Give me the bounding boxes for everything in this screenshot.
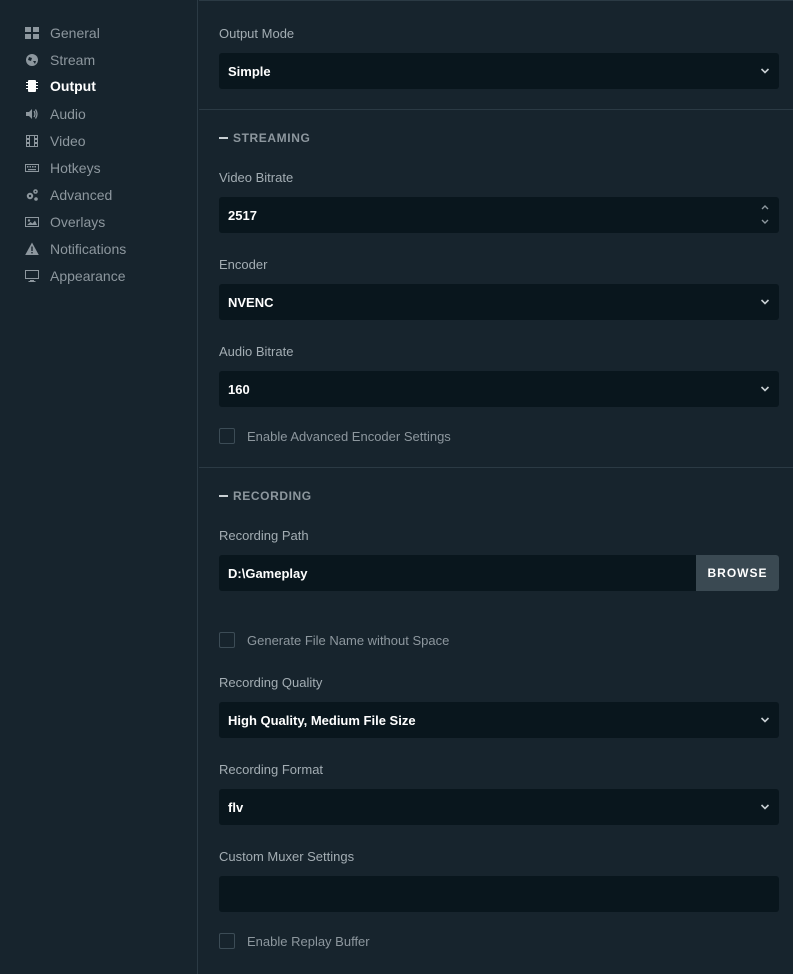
chevron-down-icon [759, 801, 771, 813]
warning-icon [24, 241, 40, 257]
sidebar-item-audio[interactable]: Audio [24, 104, 86, 124]
sidebar-item-label: Stream [50, 52, 96, 68]
sidebar-item-output[interactable]: Output [24, 76, 96, 96]
advanced-encoder-label: Enable Advanced Encoder Settings [247, 428, 451, 444]
recording-quality-label: Recording Quality [219, 675, 323, 690]
custom-muxer-input[interactable] [219, 876, 779, 912]
recording-format-select[interactable]: flv [219, 789, 779, 825]
sidebar-item-label: Video [50, 133, 86, 149]
keyboard-icon [24, 160, 40, 176]
encoder-value: NVENC [228, 294, 274, 310]
output-mode-select[interactable]: Simple [219, 53, 779, 89]
collapse-icon [219, 495, 228, 497]
chevron-down-icon [759, 296, 771, 308]
no-space-checkbox[interactable] [219, 632, 235, 648]
settings-window: General Stream Output Audio Video Hotkey… [0, 0, 793, 974]
collapse-icon [219, 137, 228, 139]
advanced-encoder-checkbox[interactable] [219, 428, 235, 444]
recording-quality-value: High Quality, Medium File Size [228, 712, 416, 728]
streaming-header-label: STREAMING [233, 131, 311, 145]
replay-buffer-checkbox-row[interactable]: Enable Replay Buffer [219, 933, 370, 949]
globe-icon [24, 52, 40, 68]
sidebar-item-hotkeys[interactable]: Hotkeys [24, 158, 101, 178]
streaming-section-header[interactable]: STREAMING [219, 131, 310, 145]
sidebar-item-label: Notifications [50, 241, 127, 257]
custom-muxer-label: Custom Muxer Settings [219, 849, 355, 864]
section-divider [199, 109, 793, 110]
sidebar-item-advanced[interactable]: Advanced [24, 185, 112, 205]
sidebar-item-label: Audio [50, 106, 86, 122]
recording-path-input[interactable]: D:\Gameplay BROWSE [219, 555, 779, 591]
settings-sidebar: General Stream Output Audio Video Hotkey… [0, 0, 198, 974]
output-settings-panel: Output Mode Simple STREAMING Video Bitra… [199, 0, 793, 974]
chevron-down-icon [759, 65, 771, 77]
sidebar-item-video[interactable]: Video [24, 131, 86, 151]
audio-bitrate-value: 160 [228, 381, 250, 397]
video-bitrate-input[interactable]: 2517 [219, 197, 779, 233]
sidebar-item-label: Appearance [50, 268, 126, 284]
replay-buffer-checkbox[interactable] [219, 933, 235, 949]
audio-bitrate-select[interactable]: 160 [219, 371, 779, 407]
sidebar-item-notifications[interactable]: Notifications [24, 239, 126, 259]
film-icon [24, 133, 40, 149]
recording-quality-select[interactable]: High Quality, Medium File Size [219, 702, 779, 738]
gears-icon [24, 187, 40, 203]
advanced-encoder-checkbox-row[interactable]: Enable Advanced Encoder Settings [219, 428, 451, 444]
monitor-icon [24, 268, 40, 284]
recording-path-value: D:\Gameplay [228, 565, 308, 581]
sidebar-item-label: General [50, 25, 100, 41]
sidebar-item-appearance[interactable]: Appearance [24, 266, 126, 286]
chip-icon [24, 78, 40, 94]
encoder-select[interactable]: NVENC [219, 284, 779, 320]
sidebar-item-label: Overlays [50, 214, 106, 230]
sidebar-item-label: Output [50, 78, 96, 94]
output-mode-value: Simple [228, 63, 271, 79]
speaker-icon [24, 106, 40, 122]
chevron-down-icon [759, 383, 771, 395]
sidebar-item-label: Advanced [50, 187, 113, 203]
section-divider [199, 467, 793, 468]
encoder-label: Encoder [219, 257, 268, 272]
grid-icon [24, 25, 40, 41]
recording-section-header[interactable]: RECORDING [219, 489, 312, 503]
sidebar-item-overlays[interactable]: Overlays [24, 212, 105, 232]
recording-header-label: RECORDING [233, 489, 312, 503]
output-mode-label: Output Mode [219, 26, 295, 41]
chevron-down-icon [759, 714, 771, 726]
recording-format-label: Recording Format [219, 762, 324, 777]
sidebar-item-label: Hotkeys [50, 160, 101, 176]
image-icon [24, 214, 40, 230]
sidebar-item-general[interactable]: General [24, 23, 100, 43]
recording-path-label: Recording Path [219, 528, 309, 543]
browse-button[interactable]: BROWSE [696, 555, 779, 591]
video-bitrate-label: Video Bitrate [219, 170, 294, 185]
stepper-arrows-icon[interactable] [759, 203, 771, 227]
replay-buffer-label: Enable Replay Buffer [247, 933, 370, 949]
no-space-label: Generate File Name without Space [247, 632, 450, 648]
audio-bitrate-label: Audio Bitrate [219, 344, 294, 359]
video-bitrate-value: 2517 [228, 207, 257, 223]
sidebar-item-stream[interactable]: Stream [24, 50, 95, 70]
no-space-checkbox-row[interactable]: Generate File Name without Space [219, 632, 449, 648]
recording-format-value: flv [228, 799, 244, 815]
